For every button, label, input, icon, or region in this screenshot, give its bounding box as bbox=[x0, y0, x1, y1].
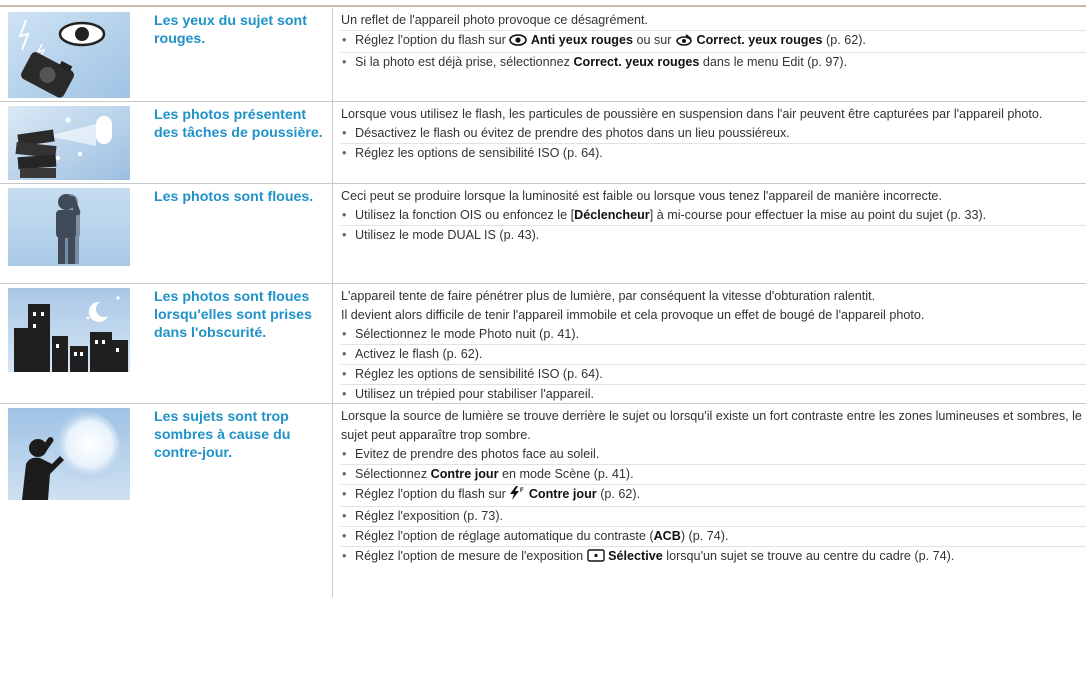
bullet-item: Réglez les options de sensibilité ISO (p… bbox=[341, 364, 1086, 384]
bullet-item: Utilisez un trépied pour stabiliser l'ap… bbox=[341, 384, 1086, 404]
red-eye-illustration bbox=[0, 8, 147, 101]
solution-cell: Un reflet de l'appareil photo provoque c… bbox=[333, 8, 1086, 101]
bullet-item: Si la photo est déjà prise, sélectionnez… bbox=[341, 52, 1086, 72]
bullet-item: Réglez l'option du flash sur Anti yeux r… bbox=[341, 30, 1086, 52]
bullet-item: Sélectionnez le mode Photo nuit (p. 41). bbox=[341, 325, 1086, 344]
bullet-item: Evitez de prendre des photos face au sol… bbox=[341, 445, 1086, 464]
solution-cell: Lorsque la source de lumière se trouve d… bbox=[333, 404, 1086, 597]
table-row: Les photos sont floues. Ceci peut se pro… bbox=[0, 184, 1086, 284]
svg-text:F: F bbox=[520, 488, 524, 494]
bullet-item: Activez le flash (p. 62). bbox=[341, 344, 1086, 364]
solution-cell: Lorsque vous utilisez le flash, les part… bbox=[333, 102, 1086, 183]
blurry-person-illustration bbox=[0, 184, 147, 283]
spot-metering-icon bbox=[586, 549, 605, 568]
solution-cell: Ceci peut se produire lorsque la luminos… bbox=[333, 184, 1086, 283]
flash-backlight-icon: F bbox=[509, 486, 525, 506]
solution-intro: Lorsque la source de lumière se trouve d… bbox=[341, 409, 1082, 442]
bullet-item: Réglez l'option de mesure de l'expositio… bbox=[341, 546, 1086, 568]
dust-illustration bbox=[0, 102, 147, 183]
eye-icon bbox=[509, 33, 528, 52]
night-city-illustration bbox=[0, 284, 147, 403]
bullet-item: Réglez l'option du flash sur F Contre jo… bbox=[341, 484, 1086, 506]
bullet-item: Réglez les options de sensibilité ISO (p… bbox=[341, 143, 1086, 163]
problem-title: Les photos présentent des tâches de pous… bbox=[147, 102, 333, 183]
backlight-illustration bbox=[0, 404, 147, 597]
bullet-item: Utilisez la fonction OIS ou enfoncez le … bbox=[341, 206, 1086, 225]
solution-cell: L'appareil tente de faire pénétrer plus … bbox=[333, 284, 1086, 404]
top-rule bbox=[0, 5, 1086, 7]
table-row: Les photos présentent des tâches de pous… bbox=[0, 102, 1086, 184]
problem-title: Les photos sont floues. bbox=[147, 184, 333, 283]
bullet-item: Sélectionnez Contre jour en mode Scène (… bbox=[341, 464, 1086, 484]
problem-title: Les sujets sont trop sombres à cause du … bbox=[147, 404, 333, 597]
solution-intro: Lorsque vous utilisez le flash, les part… bbox=[341, 107, 1043, 121]
table-row: Les yeux du sujet sont rouges. Un reflet… bbox=[0, 8, 1086, 102]
bullet-item: Réglez l'option de réglage automatique d… bbox=[341, 526, 1086, 546]
bullet-item: Désactivez le flash ou évitez de prendre… bbox=[341, 124, 1086, 143]
table-row: Les photos sont floues lorsqu'elles sont… bbox=[0, 284, 1086, 404]
solution-intro: Ceci peut se produire lorsque la luminos… bbox=[341, 189, 942, 203]
bullet-item: Réglez l'exposition (p. 73). bbox=[341, 506, 1086, 526]
problem-title: Les photos sont floues lorsqu'elles sont… bbox=[147, 284, 333, 403]
solution-intro: Il devient alors difficile de tenir l'ap… bbox=[341, 308, 925, 322]
red-eye-fix-icon bbox=[675, 33, 693, 52]
solution-intro: L'appareil tente de faire pénétrer plus … bbox=[341, 289, 876, 303]
bullet-item: Utilisez le mode DUAL IS (p. 43). bbox=[341, 225, 1086, 245]
table-row: Les sujets sont trop sombres à cause du … bbox=[0, 404, 1086, 597]
problem-title: Les yeux du sujet sont rouges. bbox=[147, 8, 333, 101]
troubleshooting-table: Les yeux du sujet sont rouges. Un reflet… bbox=[0, 8, 1086, 597]
solution-intro: Un reflet de l'appareil photo provoque c… bbox=[341, 13, 648, 27]
